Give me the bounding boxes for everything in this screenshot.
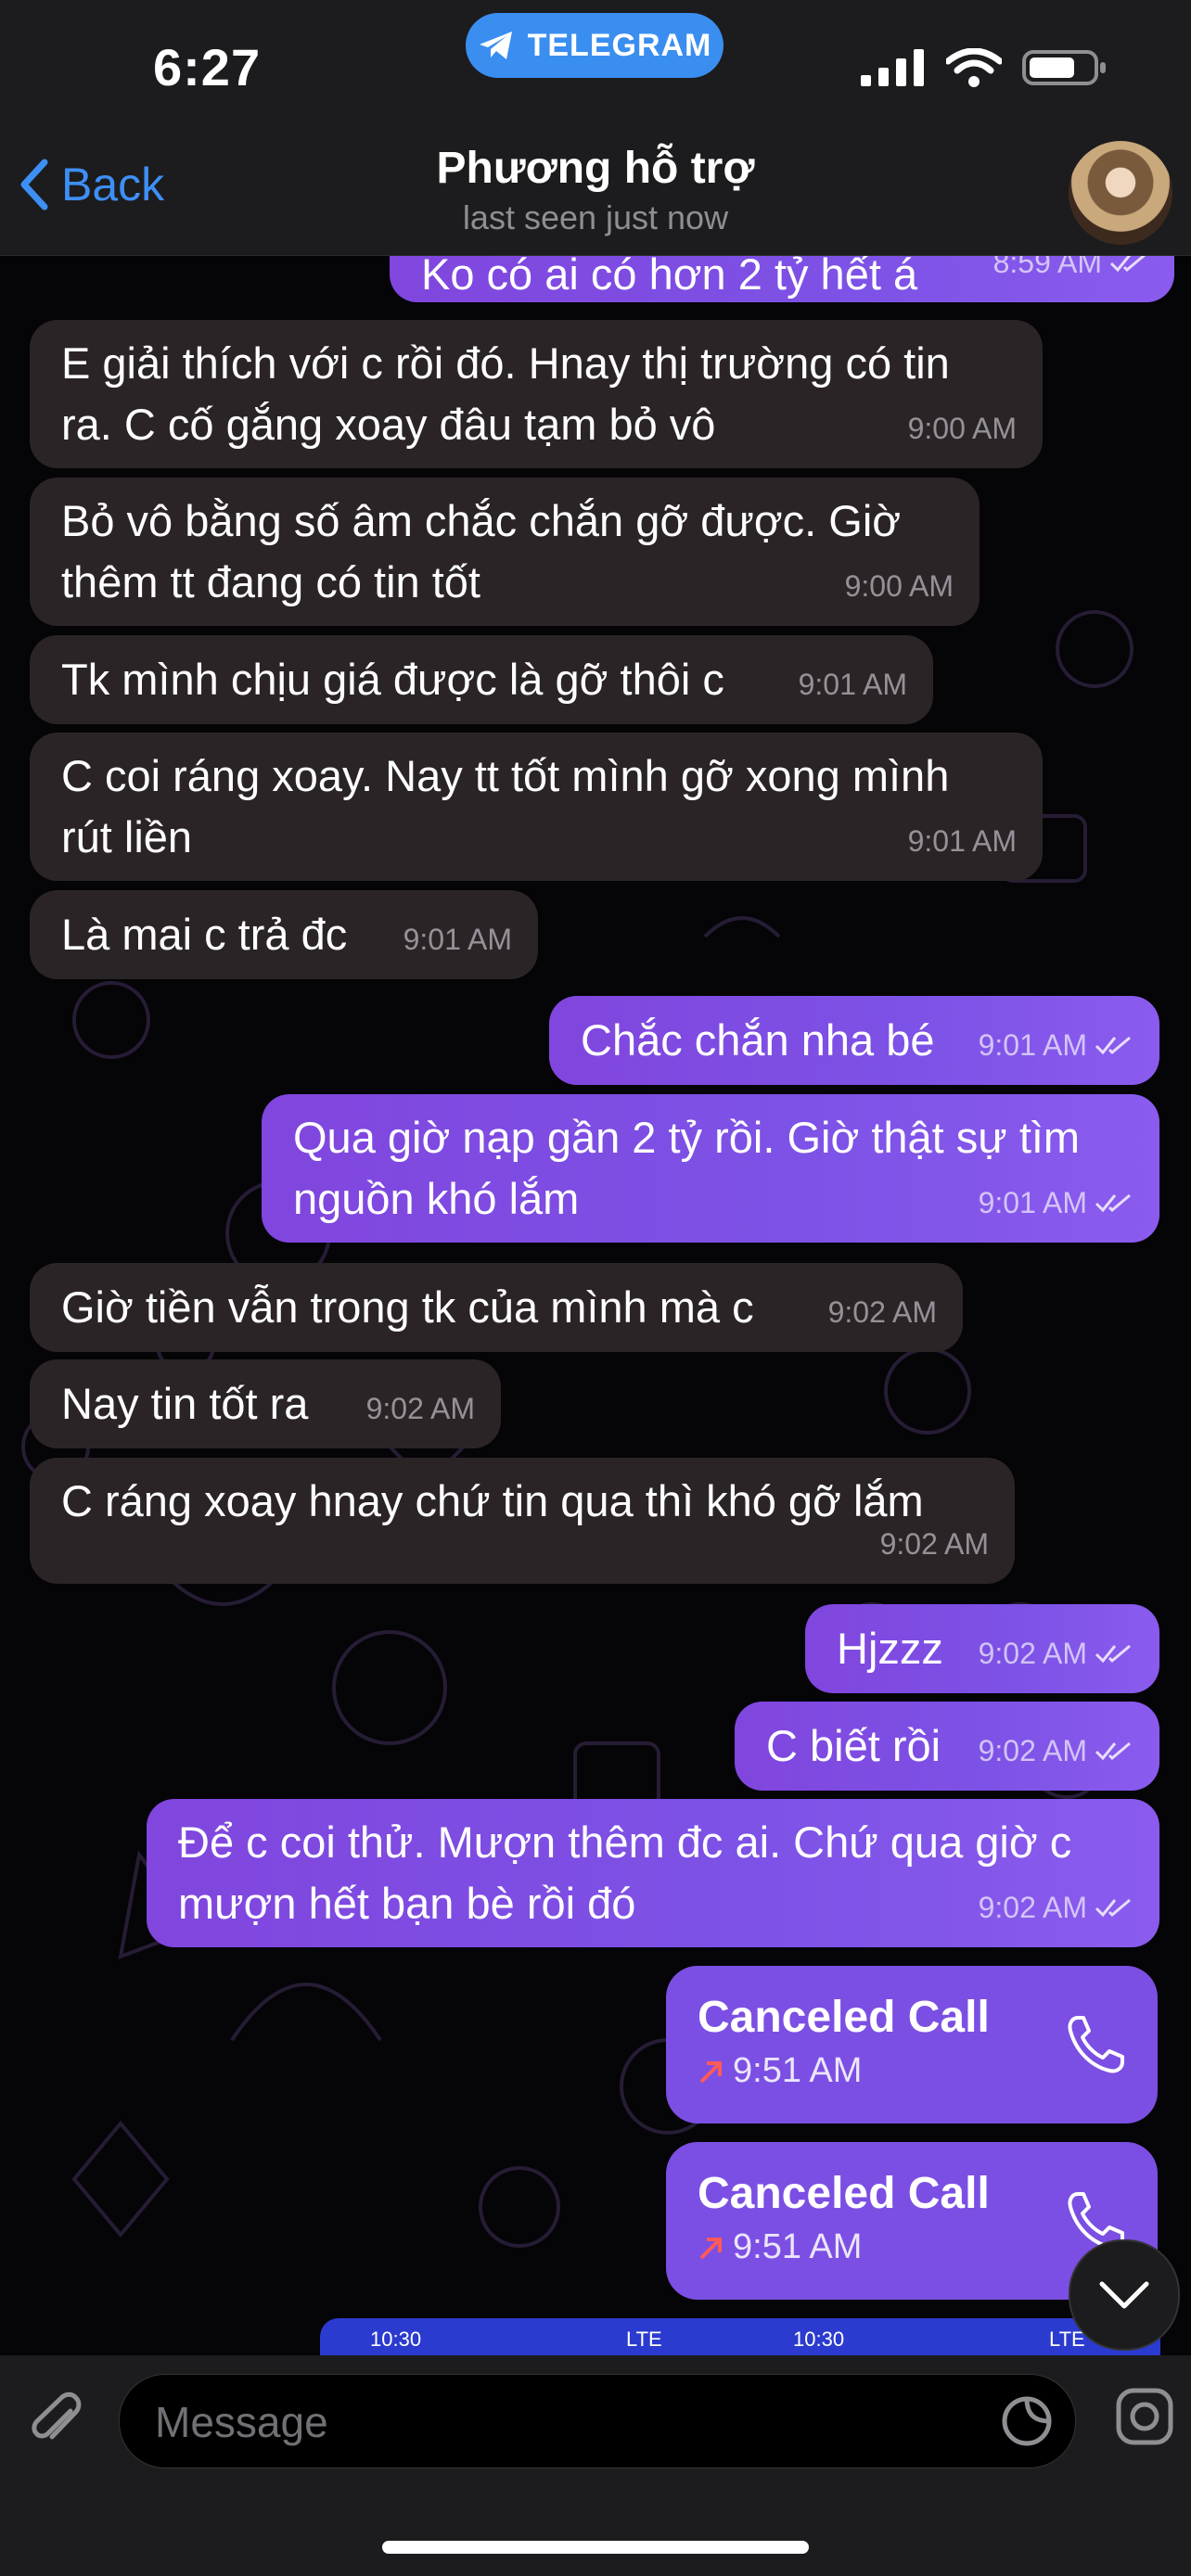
preview-network-left: LTE	[626, 2327, 662, 2351]
chat-header: Back Phương hỗ trợ last seen just now	[0, 139, 1191, 256]
message-meta: 9:00 AM	[845, 555, 954, 617]
message-time: 9:02 AM	[365, 1392, 475, 1425]
message-time: 9:02 AM	[827, 1295, 937, 1329]
read-checkmarks-icon	[1095, 1898, 1131, 1918]
outgoing-message[interactable]: Chắc chắn nha bé 9:01 AM	[549, 996, 1159, 1085]
message-time: 9:01 AM	[907, 824, 1017, 858]
read-checkmarks-icon	[1095, 1644, 1131, 1664]
incoming-message[interactable]: Bỏ vô bằng số âm chắc chắn gỡ được. Giờ …	[30, 478, 980, 626]
message-text: Tk mình chịu giá được là gỡ thôi c	[61, 655, 724, 704]
incoming-message[interactable]: Tk mình chịu giá được là gỡ thôi c 9:01 A…	[30, 635, 933, 724]
incoming-message[interactable]: C coi ráng xoay. Nay tt tốt mình gỡ xong…	[30, 733, 1043, 881]
message-meta: 9:01 AM	[979, 1014, 1133, 1076]
outgoing-message[interactable]: C biết rồi 9:02 AM	[735, 1702, 1159, 1791]
message-text: E giải thích với c rồi đó. Hnay thị trườ…	[61, 338, 950, 449]
message-meta: 9:01 AM	[403, 909, 512, 970]
camera-icon[interactable]	[1115, 2387, 1174, 2446]
message-time: 9:01 AM	[978, 1028, 1087, 1062]
message-time: 9:02 AM	[978, 1734, 1087, 1767]
preview-network-right: LTE	[1049, 2327, 1085, 2351]
incoming-message[interactable]: E giải thích với c rồi đó. Hnay thị trườ…	[30, 320, 1043, 468]
message-meta: 9:01 AM	[979, 1172, 1133, 1233]
call-time: 9:51 AM	[698, 2051, 862, 2091]
message-meta: 9:02 AM	[828, 1282, 937, 1343]
clock: 6:27	[153, 38, 262, 96]
message-meta: 9:02 AM	[979, 1623, 1133, 1684]
message-text: C ráng xoay hnay chứ tin qua thì khó gỡ …	[61, 1476, 924, 1525]
message-text: C coi ráng xoay. Nay tt tốt mình gỡ xong…	[61, 751, 950, 861]
outgoing-arrow-icon	[699, 2060, 722, 2083]
message-time: 9:02 AM	[879, 1527, 989, 1561]
preview-time-left: 10:30	[370, 2327, 422, 2351]
read-checkmarks-icon	[1095, 1036, 1131, 1055]
battery-icon	[1022, 50, 1106, 85]
message-meta: 9:01 AM	[908, 810, 1017, 872]
message-meta: 9:00 AM	[908, 398, 1017, 459]
outgoing-arrow-icon	[699, 2237, 722, 2259]
incoming-message[interactable]: Nay tin tốt ra 9:02 AM	[30, 1359, 501, 1448]
wifi-icon	[946, 48, 1002, 87]
attach-icon[interactable]	[26, 2391, 91, 2455]
telegram-icon	[479, 32, 512, 59]
preview-time-right: 10:30	[793, 2327, 845, 2351]
avatar[interactable]	[1069, 141, 1172, 245]
message-time: 9:01 AM	[798, 668, 907, 701]
sticker-icon[interactable]	[999, 2393, 1055, 2449]
message-text: Bỏ vô bằng số âm chắc chắn gỡ được. Giờ …	[61, 496, 902, 606]
last-seen-status: last seen just now	[462, 198, 729, 236]
status-bar: 6:27 TELEGRAM	[0, 0, 1191, 139]
scroll-to-bottom-button[interactable]	[1069, 2239, 1180, 2351]
message-time: 9:01 AM	[403, 923, 512, 956]
call-title: Canceled Call	[698, 2169, 990, 2218]
message-meta: 9:02 AM	[880, 1513, 989, 1575]
outgoing-message[interactable]: Để c coi thử. Mượn thêm đc ai. Chứ qua g…	[147, 1799, 1159, 1947]
message-meta: 9:02 AM	[979, 1720, 1133, 1781]
message-meta: 9:02 AM	[979, 1877, 1133, 1938]
message-placeholder: Message	[155, 2398, 328, 2446]
message-time: 9:01 AM	[978, 1186, 1087, 1219]
message-composer: Message	[0, 2355, 1191, 2576]
call-time: 9:51 AM	[698, 2227, 862, 2267]
home-indicator	[382, 2541, 809, 2554]
message-time: 9:02 AM	[978, 1637, 1087, 1670]
incoming-message[interactable]: Là mai c trả đc 9:01 AM	[30, 890, 538, 979]
message-text: Giờ tiền vẫn trong tk của mình mà c	[61, 1282, 754, 1332]
outgoing-message[interactable]: Qua giờ nạp gần 2 tỷ rồi. Giờ thật sự tì…	[262, 1094, 1159, 1243]
chat-title[interactable]: Phương hỗ trợ	[0, 143, 1191, 194]
message-input[interactable]: Message	[119, 2374, 1076, 2468]
read-checkmarks-icon	[1095, 1193, 1131, 1213]
message-meta: 9:02 AM	[366, 1378, 475, 1439]
message-time: 9:00 AM	[844, 569, 954, 603]
incoming-message[interactable]: C ráng xoay hnay chứ tin qua thì khó gỡ …	[30, 1458, 1015, 1584]
image-message-preview[interactable]: 10:30 LTE 10:30 LTE	[320, 2318, 1160, 2355]
call-title: Canceled Call	[698, 1993, 990, 2042]
read-checkmarks-icon	[1095, 1741, 1131, 1761]
telegram-return-pill[interactable]: TELEGRAM	[466, 13, 724, 78]
telegram-pill-label: TELEGRAM	[527, 27, 712, 63]
cellular-signal-icon	[861, 49, 924, 86]
message-time: 9:02 AM	[978, 1891, 1087, 1924]
message-meta: 9:01 AM	[799, 654, 907, 715]
chevron-down-icon	[1099, 2281, 1149, 2309]
incoming-message[interactable]: Giờ tiền vẫn trong tk của mình mà c 9:02 …	[30, 1263, 963, 1352]
phone-icon[interactable]	[1063, 2012, 1128, 2077]
message-time: 9:00 AM	[907, 412, 1017, 445]
call-message[interactable]: Canceled Call 9:51 AM	[666, 1966, 1158, 2123]
outgoing-message[interactable]: Hjzzz 9:02 AM	[805, 1604, 1159, 1693]
